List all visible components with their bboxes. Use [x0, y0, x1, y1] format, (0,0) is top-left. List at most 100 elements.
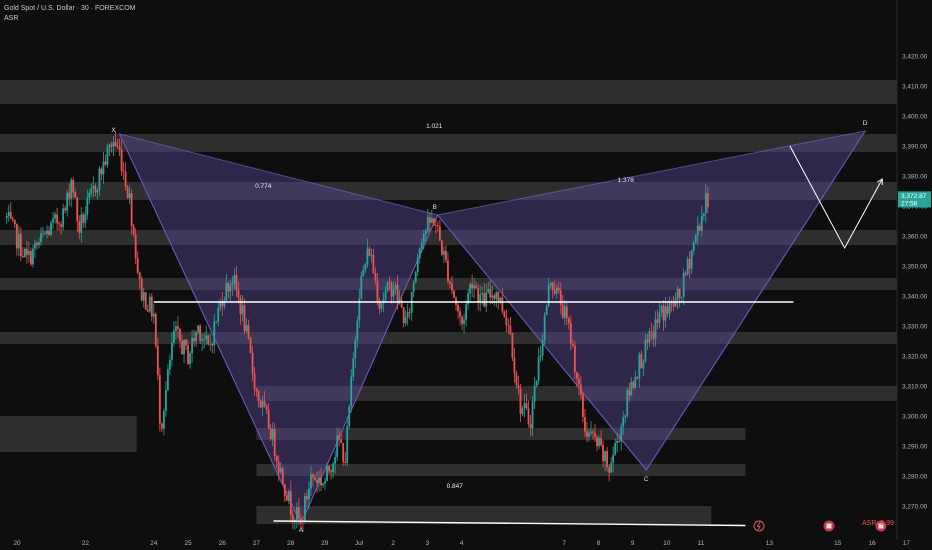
- candle-body: [273, 429, 276, 457]
- time-tick-label: 7: [562, 540, 566, 547]
- candle-body: [384, 290, 387, 300]
- candle-body: [215, 321, 218, 323]
- time-tick-label: 22: [82, 540, 90, 547]
- candle-body: [177, 326, 179, 329]
- candle-body: [414, 272, 417, 283]
- fib-ratio-label: 0.774: [255, 183, 272, 190]
- candle-body: [86, 197, 89, 215]
- candle-body: [344, 461, 347, 463]
- candle-body: [287, 491, 290, 501]
- candle-body: [318, 477, 320, 484]
- candle-body: [541, 340, 544, 356]
- candle-body: [237, 290, 240, 298]
- candle-body: [261, 401, 264, 408]
- candle-body: [656, 319, 659, 323]
- candle-body: [193, 338, 196, 342]
- candle-body: [438, 226, 441, 241]
- candle-body: [569, 323, 572, 344]
- candle-body: [314, 477, 316, 480]
- candle-body: [342, 443, 345, 462]
- candle-body: [209, 343, 212, 345]
- candle-body: [251, 353, 254, 373]
- price-tick-label: 3,360.00: [902, 234, 928, 241]
- price-axis[interactable]: 3,270.00 3,280.00 3,290.00 3,300.00 3,310.00…: [896, 0, 932, 550]
- time-tick-label: 15: [834, 540, 842, 547]
- candle-body: [340, 439, 343, 444]
- candle-body: [225, 283, 228, 301]
- pattern-point-label: A: [299, 527, 304, 534]
- candle-body: [259, 400, 262, 408]
- candle-body: [545, 306, 548, 316]
- candle-body: [48, 230, 50, 235]
- candle-body: [501, 297, 504, 312]
- price-tick-label: 3,390.00: [902, 144, 928, 151]
- candle-body: [706, 193, 709, 208]
- candle-body: [74, 192, 77, 199]
- candle-body: [217, 307, 220, 322]
- candle-body: [189, 353, 191, 365]
- candle-body: [686, 258, 689, 275]
- candle-body: [21, 256, 24, 258]
- candle-body: [620, 426, 623, 442]
- candle-body: [350, 376, 353, 407]
- time-tick-label: 9: [631, 540, 635, 547]
- candle-body: [634, 376, 637, 388]
- candle-body: [167, 369, 169, 390]
- candle-body: [241, 305, 244, 315]
- zone-band: [0, 332, 897, 344]
- candle-body: [265, 405, 268, 410]
- price-tick-label: 3,340.00: [902, 294, 928, 301]
- pattern-point-label: C: [644, 476, 649, 483]
- candle-body: [23, 248, 26, 258]
- candle-body: [374, 273, 377, 281]
- candle-body: [7, 211, 10, 216]
- candle-body: [346, 425, 349, 463]
- candle-body: [648, 331, 651, 343]
- symbol-title: Gold Spot / U.S. Dollar · 30 · FOREXCOM: [4, 5, 136, 12]
- pattern-point-label: X: [111, 127, 116, 134]
- candle-body: [598, 437, 600, 447]
- candle-body: [531, 401, 534, 429]
- candle-body: [110, 144, 113, 147]
- candle-body: [199, 325, 202, 341]
- candle-body: [404, 317, 407, 324]
- candle-body: [66, 192, 69, 211]
- candle-body: [396, 284, 399, 301]
- price-chart[interactable]: 3,270.00 3,280.00 3,290.00 3,300.00 3,310.00…: [0, 0, 932, 550]
- candle-body: [388, 282, 391, 284]
- candle-body: [332, 463, 335, 472]
- candle-body: [46, 230, 48, 234]
- time-tick-label: 28: [287, 540, 295, 547]
- candle-body: [449, 281, 451, 284]
- candle-body: [588, 432, 590, 437]
- candle-body: [479, 294, 482, 302]
- candle-body: [453, 290, 455, 298]
- candle-body: [630, 381, 633, 396]
- candle-body: [334, 457, 337, 464]
- candle-body: [416, 258, 419, 273]
- candle-body: [420, 242, 423, 249]
- candle-body: [636, 376, 639, 379]
- price-tick-label: 3,300.00: [902, 414, 928, 421]
- candle-body: [17, 233, 20, 249]
- candle-body: [120, 149, 123, 171]
- candle-body: [239, 297, 242, 315]
- candle-body: [297, 507, 300, 519]
- candle-body: [205, 335, 208, 340]
- candle-body: [646, 339, 649, 343]
- candle-body: [291, 514, 294, 521]
- candle-body: [515, 373, 518, 386]
- candle-body: [144, 292, 147, 310]
- price-tick-label: 3,330.00: [902, 324, 928, 331]
- candle-body: [277, 461, 280, 473]
- candle-body: [608, 467, 611, 473]
- candle-body: [580, 384, 582, 395]
- candle-body: [231, 283, 234, 286]
- candle-body: [316, 479, 318, 484]
- time-tick-label: 24: [150, 540, 158, 547]
- candle-body: [586, 431, 588, 437]
- candle-body: [664, 306, 667, 321]
- candle-body: [571, 343, 574, 346]
- candle-body: [114, 141, 117, 146]
- price-tick-label: 3,350.00: [902, 264, 928, 271]
